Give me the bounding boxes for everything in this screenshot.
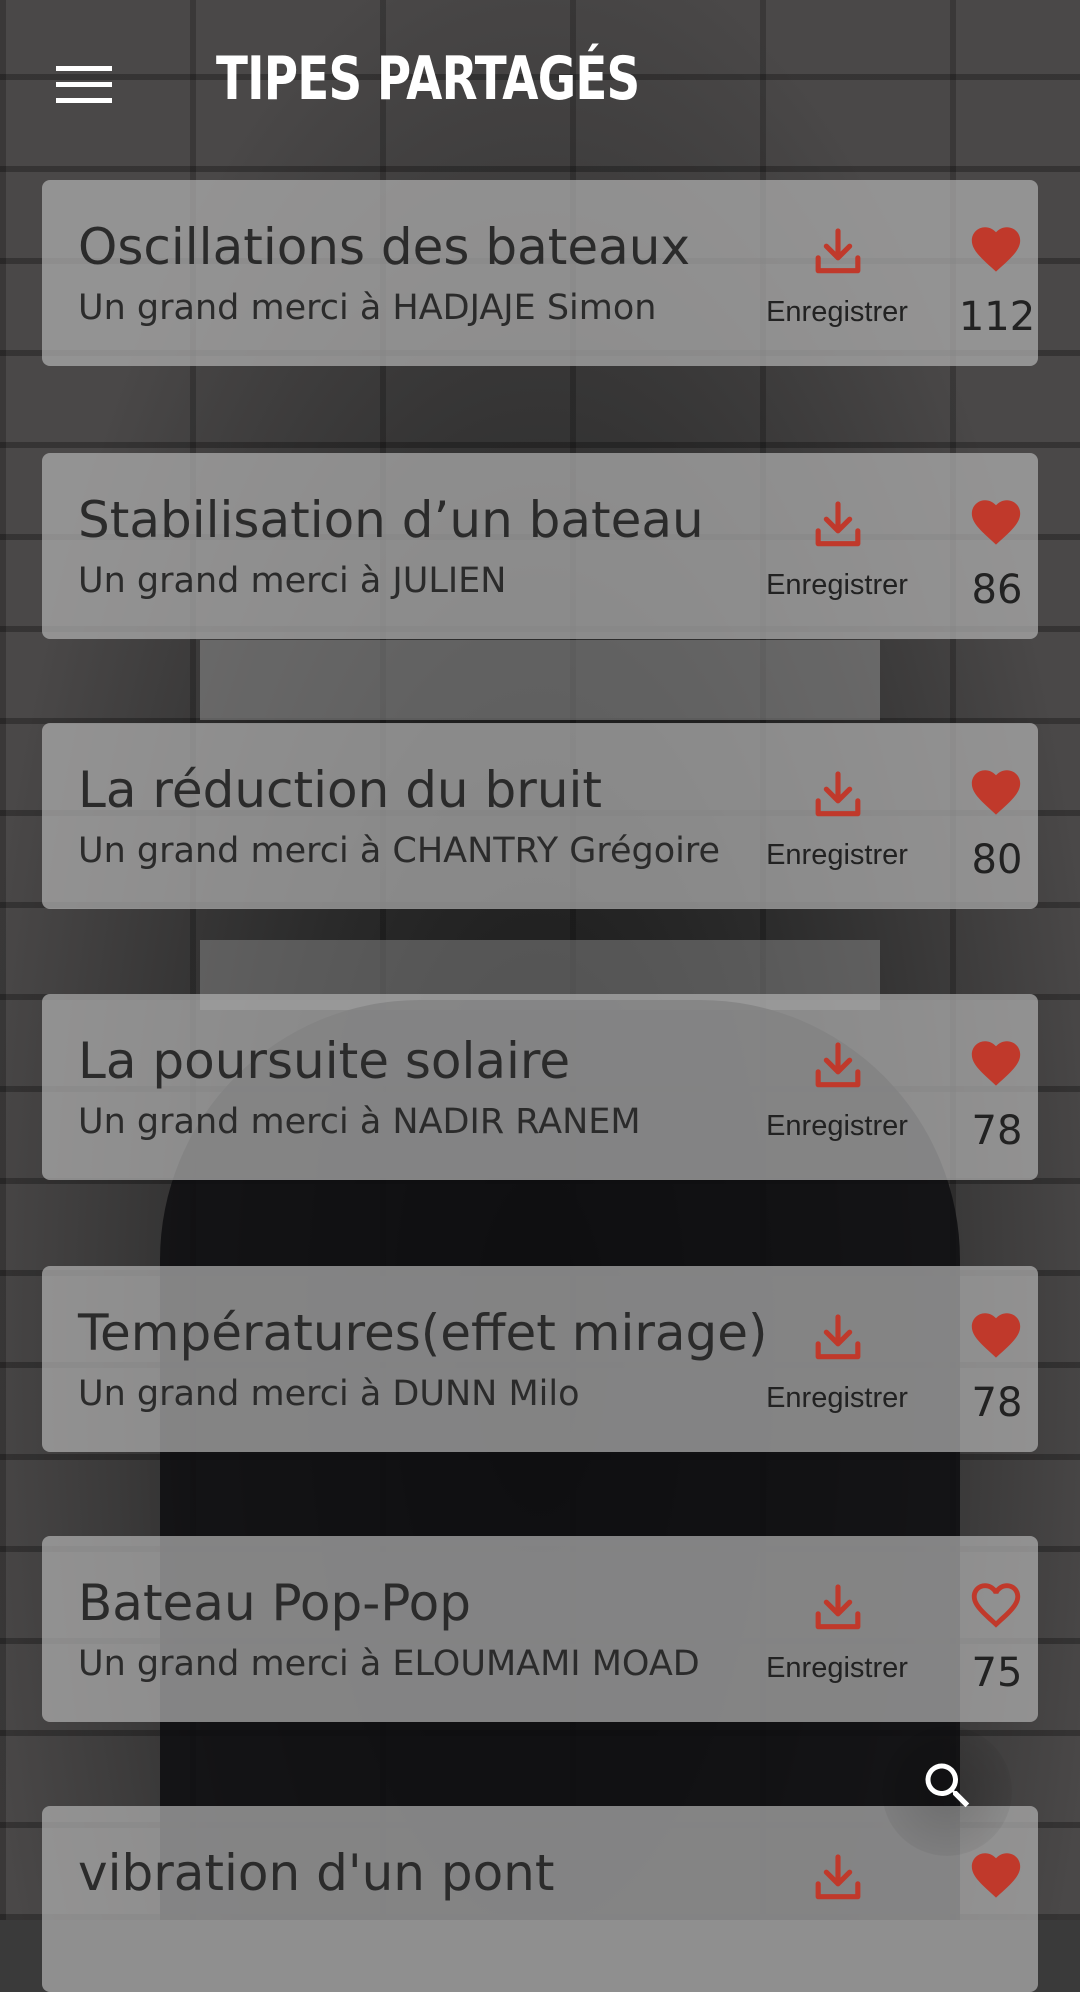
like-count: 78 bbox=[971, 1380, 1023, 1426]
like-count: 86 bbox=[971, 567, 1023, 613]
tip-card[interactable]: Stabilisation d’un bateau Un grand merci … bbox=[42, 453, 1038, 639]
heart-icon bbox=[971, 227, 1021, 272]
download-icon bbox=[810, 1850, 866, 1906]
tip-card[interactable]: La poursuite solaire Un grand merci à NAD… bbox=[42, 994, 1038, 1180]
tip-title: Températures(effet mirage) bbox=[78, 1304, 768, 1362]
like-count: 80 bbox=[971, 837, 1023, 883]
tip-credit: Un grand merci à JULIEN bbox=[78, 561, 507, 601]
search-button[interactable] bbox=[882, 1726, 1012, 1856]
heart-icon bbox=[971, 1853, 1021, 1898]
like-button[interactable] bbox=[922, 1846, 1072, 1966]
search-icon bbox=[925, 1763, 970, 1808]
tip-credit: Un grand merci à HADJAJE Simon bbox=[78, 288, 657, 328]
save-button[interactable]: Enregistrer bbox=[722, 1310, 952, 1420]
save-button[interactable]: Enregistrer bbox=[722, 767, 952, 877]
hamburger-menu-icon[interactable] bbox=[56, 64, 112, 104]
like-count: 112 bbox=[958, 294, 1036, 340]
tip-credit: Un grand merci à ELOUMAMI MOAD bbox=[78, 1644, 700, 1684]
tip-card[interactable]: vibration d'un pont bbox=[42, 1806, 1038, 1992]
like-button[interactable]: 80 bbox=[922, 763, 1072, 883]
app-header: TIPES PARTAGÉS bbox=[0, 0, 1080, 170]
tip-card[interactable]: Températures(effet mirage) Un grand merci… bbox=[42, 1266, 1038, 1452]
heart-icon bbox=[971, 1313, 1021, 1358]
heart-icon bbox=[971, 500, 1021, 545]
save-label: Enregistrer bbox=[766, 569, 908, 601]
page-title: TIPES PARTAGÉS bbox=[216, 44, 640, 114]
download-icon bbox=[810, 1038, 866, 1094]
tip-card[interactable]: Bateau Pop-Pop Un grand merci à ELOUMAMI … bbox=[42, 1536, 1038, 1722]
download-icon bbox=[810, 1580, 866, 1636]
like-count: 75 bbox=[971, 1650, 1023, 1696]
like-button[interactable]: 86 bbox=[922, 493, 1072, 613]
like-button[interactable]: 75 bbox=[922, 1576, 1072, 1696]
save-label: Enregistrer bbox=[766, 1382, 908, 1414]
download-icon bbox=[810, 224, 866, 280]
tip-card[interactable]: Oscillations des bateaux Un grand merci à… bbox=[42, 180, 1038, 366]
heart-icon bbox=[971, 1041, 1021, 1086]
tip-credit: Un grand merci à NADIR RANEM bbox=[78, 1102, 641, 1142]
tip-credit: Un grand merci à CHANTRY Grégoire bbox=[78, 831, 721, 871]
heart-icon bbox=[971, 1583, 1021, 1628]
download-icon bbox=[810, 497, 866, 553]
like-button[interactable]: 78 bbox=[922, 1306, 1072, 1426]
like-button[interactable]: 112 bbox=[922, 220, 1072, 340]
background-books bbox=[200, 640, 880, 720]
like-count: 78 bbox=[971, 1108, 1023, 1154]
save-label: Enregistrer bbox=[766, 296, 908, 328]
tip-title: La poursuite solaire bbox=[78, 1032, 571, 1090]
save-label: Enregistrer bbox=[766, 839, 908, 871]
download-icon bbox=[810, 1310, 866, 1366]
save-label: Enregistrer bbox=[766, 1110, 908, 1142]
save-button[interactable]: Enregistrer bbox=[722, 1038, 952, 1148]
tip-title: vibration d'un pont bbox=[78, 1844, 555, 1902]
save-button[interactable]: Enregistrer bbox=[722, 497, 952, 607]
tip-credit: Un grand merci à DUNN Milo bbox=[78, 1374, 580, 1414]
tip-title: Bateau Pop-Pop bbox=[78, 1574, 471, 1632]
tip-title: Oscillations des bateaux bbox=[78, 218, 691, 276]
tip-title: Stabilisation d’un bateau bbox=[78, 491, 704, 549]
save-button[interactable]: Enregistrer bbox=[722, 1580, 952, 1690]
tip-card[interactable]: La réduction du bruit Un grand merci à CH… bbox=[42, 723, 1038, 909]
heart-icon bbox=[971, 770, 1021, 815]
tip-title: La réduction du bruit bbox=[78, 761, 602, 819]
like-button[interactable]: 78 bbox=[922, 1034, 1072, 1154]
save-button[interactable]: Enregistrer bbox=[722, 224, 952, 334]
save-label: Enregistrer bbox=[766, 1652, 908, 1684]
download-icon bbox=[810, 767, 866, 823]
save-button[interactable] bbox=[722, 1850, 952, 1960]
